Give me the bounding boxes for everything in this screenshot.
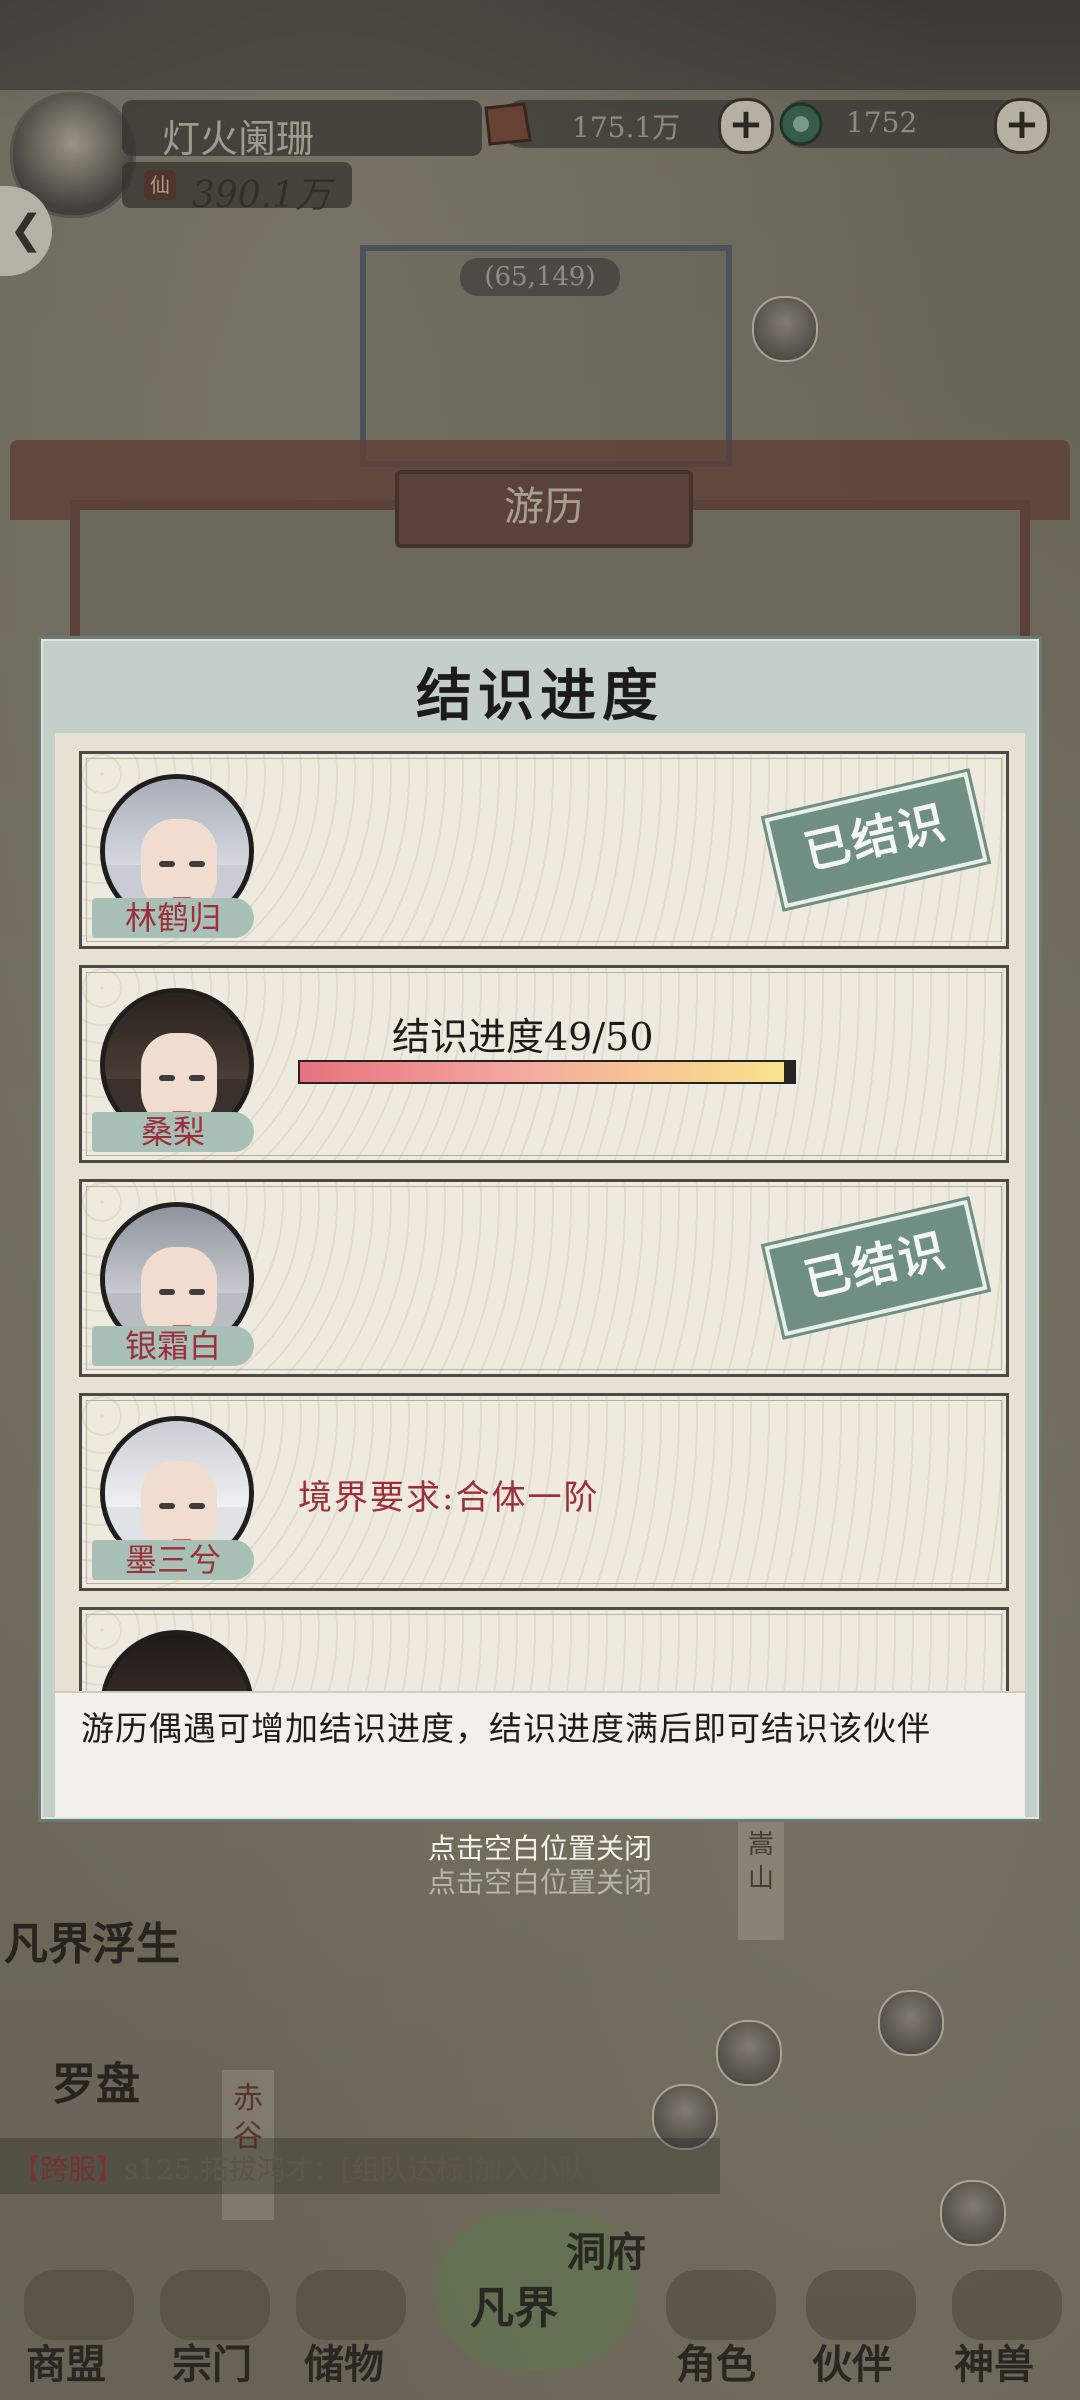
progress-label: 结识进度49/50 xyxy=(392,1015,654,1059)
companion-list[interactable]: 林鹤归 已结识 桑梨 结识进度49/50 银霜白 已结识 墨三兮 境界要求:合体… xyxy=(55,733,1025,1815)
modal-footer-note: 游历偶遇可增加结识进度，结识进度满后即可结识该伙伴 xyxy=(55,1691,1025,1817)
companion-card[interactable]: 桑梨 结识进度49/50 xyxy=(79,965,1009,1163)
realm-requirement: 境界要求:合体一阶 xyxy=(298,1478,600,1518)
companion-card[interactable]: 银霜白 已结识 xyxy=(79,1179,1009,1377)
companion-name: 银霜白 xyxy=(92,1326,254,1366)
companion-name: 墨三兮 xyxy=(92,1540,254,1580)
close-hint-shadow: 点击空白位置关闭 xyxy=(427,1866,652,1899)
companion-name: 桑梨 xyxy=(92,1112,254,1152)
progress-bar-fill xyxy=(300,1062,785,1082)
close-hint-text: 点击空白位置关闭 xyxy=(427,1832,652,1865)
progress-bar xyxy=(298,1060,796,1084)
companion-card[interactable]: 林鹤归 已结识 xyxy=(79,751,1009,949)
companion-name: 林鹤归 xyxy=(92,898,254,938)
companion-card[interactable]: 墨三兮 境界要求:合体一阶 xyxy=(79,1393,1009,1591)
close-hint[interactable]: 点击空白位置关闭 点击空白位置关闭 xyxy=(0,1832,1080,1900)
companion-progress-modal: 结识进度 林鹤归 已结识 桑梨 结识进度49/50 银霜白 已结识 墨三兮 境界… xyxy=(38,636,1042,1822)
modal-title: 结识进度 xyxy=(416,663,664,729)
